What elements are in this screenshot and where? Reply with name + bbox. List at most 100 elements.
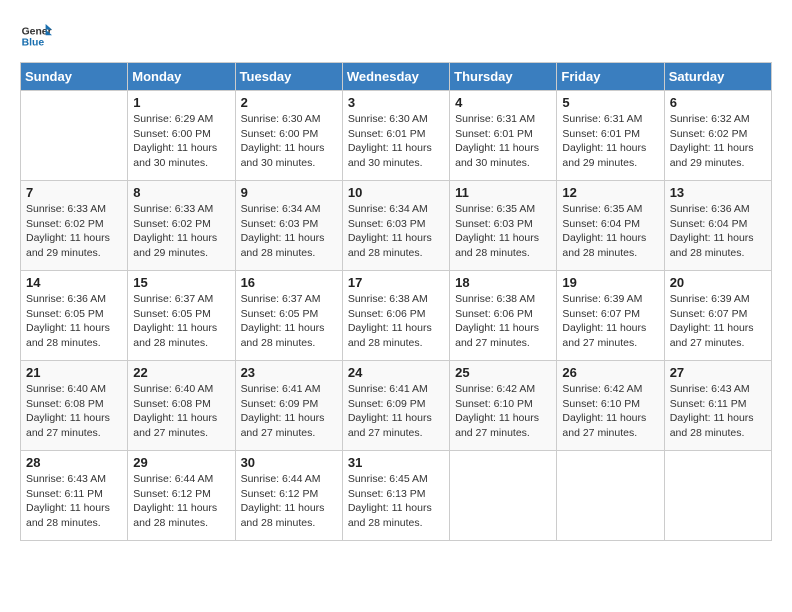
day-info: Sunrise: 6:33 AMSunset: 6:02 PMDaylight:… [26, 202, 122, 261]
page-header: General Blue [20, 20, 772, 52]
day-info: Sunrise: 6:43 AMSunset: 6:11 PMDaylight:… [670, 382, 766, 441]
calendar-cell: 6 Sunrise: 6:32 AMSunset: 6:02 PMDaylight… [664, 91, 771, 181]
calendar-cell: 17 Sunrise: 6:38 AMSunset: 6:06 PMDayligh… [342, 271, 449, 361]
day-info: Sunrise: 6:38 AMSunset: 6:06 PMDaylight:… [348, 292, 444, 351]
day-info: Sunrise: 6:39 AMSunset: 6:07 PMDaylight:… [670, 292, 766, 351]
calendar-week-3: 14 Sunrise: 6:36 AMSunset: 6:05 PMDayligh… [21, 271, 772, 361]
day-number: 11 [455, 185, 551, 200]
day-info: Sunrise: 6:42 AMSunset: 6:10 PMDaylight:… [455, 382, 551, 441]
calendar-cell: 25 Sunrise: 6:42 AMSunset: 6:10 PMDayligh… [450, 361, 557, 451]
calendar-cell [450, 451, 557, 541]
calendar-week-5: 28 Sunrise: 6:43 AMSunset: 6:11 PMDayligh… [21, 451, 772, 541]
logo-icon: General Blue [20, 20, 52, 52]
day-info: Sunrise: 6:31 AMSunset: 6:01 PMDaylight:… [562, 112, 658, 171]
calendar-cell: 19 Sunrise: 6:39 AMSunset: 6:07 PMDayligh… [557, 271, 664, 361]
calendar-cell: 12 Sunrise: 6:35 AMSunset: 6:04 PMDayligh… [557, 181, 664, 271]
calendar-cell [664, 451, 771, 541]
day-number: 19 [562, 275, 658, 290]
calendar-week-1: 1 Sunrise: 6:29 AMSunset: 6:00 PMDaylight… [21, 91, 772, 181]
day-number: 23 [241, 365, 337, 380]
calendar-cell: 29Sunrise: 6:44 AMSunset: 6:12 PMDayligh… [128, 451, 235, 541]
calendar-cell: 30 Sunrise: 6:44 AMSunset: 6:12 PMDayligh… [235, 451, 342, 541]
day-info: Sunrise: 6:30 AMSunset: 6:01 PMDaylight:… [348, 112, 444, 171]
calendar-cell: 15 Sunrise: 6:37 AMSunset: 6:05 PMDayligh… [128, 271, 235, 361]
day-info: Sunrise: 6:40 AMSunset: 6:08 PMDaylight:… [133, 382, 229, 441]
svg-text:Blue: Blue [22, 38, 45, 49]
day-info: Sunrise: 6:36 AMSunset: 6:04 PMDaylight:… [670, 202, 766, 261]
calendar-body: 1 Sunrise: 6:29 AMSunset: 6:00 PMDaylight… [21, 91, 772, 541]
day-number: 17 [348, 275, 444, 290]
day-info: Sunrise: 6:32 AMSunset: 6:02 PMDaylight:… [670, 112, 766, 171]
day-number: 20 [670, 275, 766, 290]
calendar-cell: 16Sunrise: 6:37 AMSunset: 6:05 PMDayligh… [235, 271, 342, 361]
day-info: Sunrise: 6:42 AMSunset: 6:10 PMDaylight:… [562, 382, 658, 441]
day-number: 9 [241, 185, 337, 200]
calendar-cell: 2Sunrise: 6:30 AMSunset: 6:00 PMDaylight… [235, 91, 342, 181]
calendar-cell: 22Sunrise: 6:40 AMSunset: 6:08 PMDayligh… [128, 361, 235, 451]
calendar-cell: 3 Sunrise: 6:30 AMSunset: 6:01 PMDaylight… [342, 91, 449, 181]
day-number: 18 [455, 275, 551, 290]
day-info: Sunrise: 6:39 AMSunset: 6:07 PMDaylight:… [562, 292, 658, 351]
calendar-cell: 23 Sunrise: 6:41 AMSunset: 6:09 PMDayligh… [235, 361, 342, 451]
calendar-table: SundayMondayTuesdayWednesdayThursdayFrid… [20, 62, 772, 541]
day-info: Sunrise: 6:34 AMSunset: 6:03 PMDaylight:… [348, 202, 444, 261]
day-info: Sunrise: 6:41 AMSunset: 6:09 PMDaylight:… [241, 382, 337, 441]
calendar-cell: 11 Sunrise: 6:35 AMSunset: 6:03 PMDayligh… [450, 181, 557, 271]
logo: General Blue [20, 20, 52, 52]
day-number: 31 [348, 455, 444, 470]
day-number: 25 [455, 365, 551, 380]
day-info: Sunrise: 6:35 AMSunset: 6:04 PMDaylight:… [562, 202, 658, 261]
day-info: Sunrise: 6:44 AMSunset: 6:12 PMDaylight:… [241, 472, 337, 531]
day-info: Sunrise: 6:31 AMSunset: 6:01 PMDaylight:… [455, 112, 551, 171]
calendar-cell: 26 Sunrise: 6:42 AMSunset: 6:10 PMDayligh… [557, 361, 664, 451]
day-number: 13 [670, 185, 766, 200]
day-number: 29 [133, 455, 229, 470]
calendar-cell [21, 91, 128, 181]
weekday-header-wednesday: Wednesday [342, 63, 449, 91]
calendar-cell: 18 Sunrise: 6:38 AMSunset: 6:06 PMDayligh… [450, 271, 557, 361]
calendar-cell: 27Sunrise: 6:43 AMSunset: 6:11 PMDayligh… [664, 361, 771, 451]
calendar-cell: 31Sunrise: 6:45 AMSunset: 6:13 PMDayligh… [342, 451, 449, 541]
day-info: Sunrise: 6:34 AMSunset: 6:03 PMDaylight:… [241, 202, 337, 261]
day-number: 15 [133, 275, 229, 290]
calendar-cell: 1 Sunrise: 6:29 AMSunset: 6:00 PMDaylight… [128, 91, 235, 181]
weekday-header-friday: Friday [557, 63, 664, 91]
weekday-header-monday: Monday [128, 63, 235, 91]
weekday-header-sunday: Sunday [21, 63, 128, 91]
day-number: 28 [26, 455, 122, 470]
day-info: Sunrise: 6:29 AMSunset: 6:00 PMDaylight:… [133, 112, 229, 171]
calendar-cell: 13 Sunrise: 6:36 AMSunset: 6:04 PMDayligh… [664, 181, 771, 271]
calendar-cell: 21Sunrise: 6:40 AMSunset: 6:08 PMDayligh… [21, 361, 128, 451]
calendar-cell [557, 451, 664, 541]
day-number: 10 [348, 185, 444, 200]
weekday-header-thursday: Thursday [450, 63, 557, 91]
calendar-cell: 28 Sunrise: 6:43 AMSunset: 6:11 PMDayligh… [21, 451, 128, 541]
day-info: Sunrise: 6:37 AMSunset: 6:05 PMDaylight:… [133, 292, 229, 351]
day-number: 14 [26, 275, 122, 290]
day-number: 5 [562, 95, 658, 110]
calendar-week-4: 21Sunrise: 6:40 AMSunset: 6:08 PMDayligh… [21, 361, 772, 451]
day-number: 16 [241, 275, 337, 290]
day-info: Sunrise: 6:36 AMSunset: 6:05 PMDaylight:… [26, 292, 122, 351]
calendar-cell: 8Sunrise: 6:33 AMSunset: 6:02 PMDaylight… [128, 181, 235, 271]
calendar-cell: 14 Sunrise: 6:36 AMSunset: 6:05 PMDayligh… [21, 271, 128, 361]
weekday-header-saturday: Saturday [664, 63, 771, 91]
calendar-cell: 4Sunrise: 6:31 AMSunset: 6:01 PMDaylight… [450, 91, 557, 181]
day-info: Sunrise: 6:43 AMSunset: 6:11 PMDaylight:… [26, 472, 122, 531]
calendar-cell: 24Sunrise: 6:41 AMSunset: 6:09 PMDayligh… [342, 361, 449, 451]
day-info: Sunrise: 6:38 AMSunset: 6:06 PMDaylight:… [455, 292, 551, 351]
calendar-cell: 9 Sunrise: 6:34 AMSunset: 6:03 PMDaylight… [235, 181, 342, 271]
calendar-cell: 5 Sunrise: 6:31 AMSunset: 6:01 PMDaylight… [557, 91, 664, 181]
day-number: 2 [241, 95, 337, 110]
day-number: 24 [348, 365, 444, 380]
day-number: 6 [670, 95, 766, 110]
weekday-header-tuesday: Tuesday [235, 63, 342, 91]
day-info: Sunrise: 6:40 AMSunset: 6:08 PMDaylight:… [26, 382, 122, 441]
day-info: Sunrise: 6:33 AMSunset: 6:02 PMDaylight:… [133, 202, 229, 261]
day-number: 1 [133, 95, 229, 110]
day-number: 30 [241, 455, 337, 470]
day-info: Sunrise: 6:35 AMSunset: 6:03 PMDaylight:… [455, 202, 551, 261]
day-number: 26 [562, 365, 658, 380]
day-number: 3 [348, 95, 444, 110]
day-number: 12 [562, 185, 658, 200]
